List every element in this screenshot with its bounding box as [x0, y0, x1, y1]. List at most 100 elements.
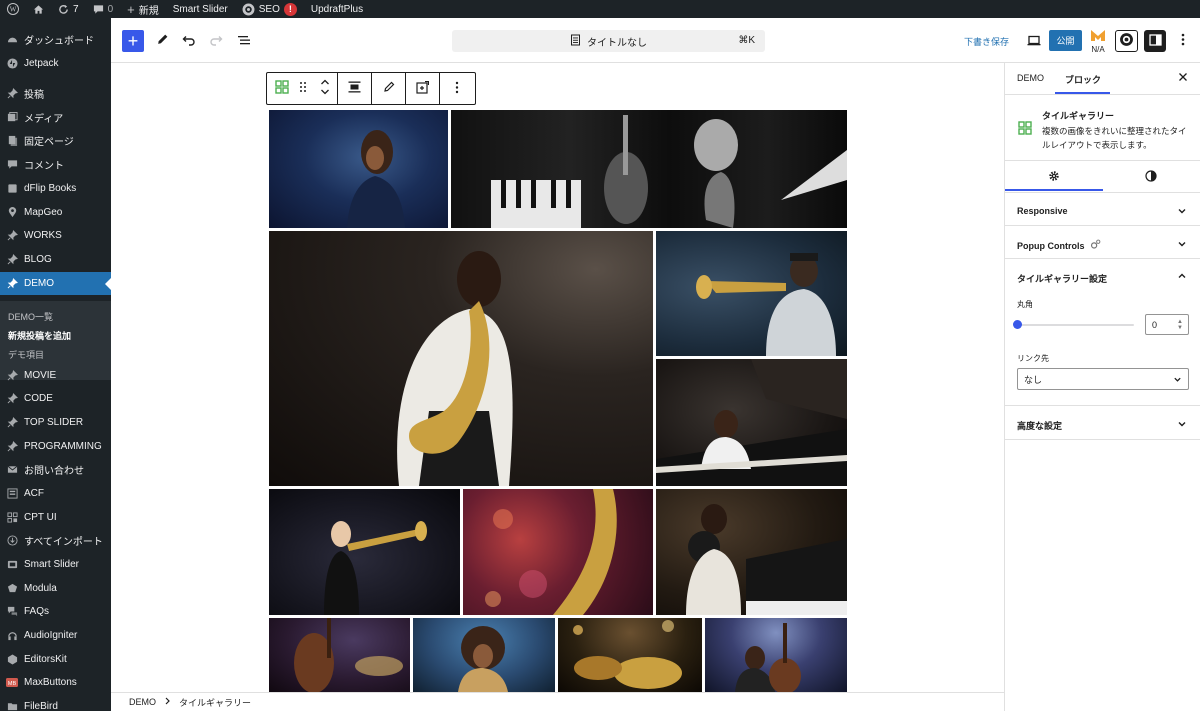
- document-bar[interactable]: タイトルなし ⌘K: [452, 30, 765, 52]
- gallery-image-pianist-man[interactable]: [656, 489, 847, 615]
- panel-title[interactable]: タイルギャラリー設定: [1017, 272, 1107, 285]
- chevron-down-icon: [1177, 419, 1187, 429]
- add-images-button[interactable]: [411, 73, 435, 104]
- breadcrumb-root[interactable]: DEMO: [129, 697, 156, 707]
- panel-title: Responsive: [1017, 206, 1068, 216]
- block-inserter-button[interactable]: +: [122, 30, 144, 52]
- updraftplus-link[interactable]: UpdraftPlus: [304, 0, 370, 18]
- drag-handle[interactable]: [294, 73, 314, 104]
- sidebar-item-posts[interactable]: 投稿: [0, 82, 111, 105]
- radius-label: 丸角: [1017, 300, 1033, 309]
- sidebar-item-filebird[interactable]: FileBird: [0, 695, 111, 711]
- sidebar-item-media[interactable]: メディア: [0, 106, 111, 129]
- gallery-image-instruments-bokeh[interactable]: [558, 618, 702, 692]
- submenu-item-demo-taxonomy[interactable]: デモ項目: [8, 348, 44, 361]
- sidebar-item-contact[interactable]: お問い合わせ: [0, 458, 111, 481]
- sidebar-item-pages[interactable]: 固定ページ: [0, 129, 111, 152]
- tab-settings[interactable]: [1048, 170, 1060, 184]
- gallery-image-singer[interactable]: [269, 110, 448, 228]
- tab-styles[interactable]: [1145, 170, 1157, 184]
- tools-button[interactable]: [151, 30, 173, 52]
- block-type-button[interactable]: [270, 73, 294, 104]
- preview-button[interactable]: [1023, 30, 1045, 52]
- smart-slider-link[interactable]: Smart Slider: [166, 0, 235, 18]
- submenu-item-demo-list[interactable]: DEMO一覧: [8, 310, 53, 323]
- chevron-up-icon[interactable]: [1177, 271, 1187, 281]
- plugin-settings-button[interactable]: [1115, 30, 1138, 52]
- sidebar-item-top-slider[interactable]: TOP SLIDER: [0, 411, 111, 434]
- save-draft-button[interactable]: 下書き保存: [964, 35, 1009, 48]
- gallery-image-saxophonist[interactable]: [269, 231, 653, 486]
- sidebar-item-demo[interactable]: DEMO: [0, 272, 111, 295]
- gallery-image-pianist-woman[interactable]: [656, 359, 847, 486]
- sidebar-item-code[interactable]: CODE: [0, 387, 111, 410]
- panel-advanced[interactable]: 高度な設定: [1005, 406, 1200, 440]
- sidebar-item-modula[interactable]: Modula: [0, 577, 111, 600]
- close-sidebar-button[interactable]: [1178, 71, 1188, 85]
- sidebar-item-acf[interactable]: ACF: [0, 482, 111, 505]
- tile-gallery[interactable]: [269, 110, 847, 692]
- new-content-link[interactable]: + 新規: [120, 0, 166, 18]
- radius-slider-track[interactable]: [1017, 324, 1134, 326]
- tab-post[interactable]: DEMO: [1017, 73, 1044, 83]
- block-options-button[interactable]: [445, 73, 469, 104]
- settings-sidebar-toggle[interactable]: [1144, 30, 1166, 52]
- move-up-down-button[interactable]: [313, 73, 337, 104]
- sidebar-item-dflip[interactable]: dFlip Books: [0, 177, 111, 200]
- gallery-image-trumpeter[interactable]: [656, 231, 847, 356]
- publish-button[interactable]: 公開: [1049, 30, 1082, 51]
- sidebar-item-mapgeo[interactable]: MapGeo: [0, 201, 111, 224]
- sidebar-item-maxbuttons[interactable]: MB MaxButtons: [0, 671, 111, 694]
- submenu-item-add-new[interactable]: 新規投稿を追加: [8, 329, 71, 342]
- radius-slider-thumb[interactable]: [1013, 320, 1022, 329]
- updates-link[interactable]: 7: [51, 0, 86, 18]
- sidebar-item-label: BLOG: [24, 254, 52, 265]
- sidebar-item-cpt-ui[interactable]: CPT UI: [0, 506, 111, 529]
- seo-link[interactable]: SEO !: [235, 0, 304, 18]
- spinner-icon[interactable]: ▲ ▼: [1177, 319, 1183, 331]
- sidebar-item-editorskit[interactable]: EditorsKit: [0, 648, 111, 671]
- editor-canvas[interactable]: [111, 63, 1004, 692]
- sidebar-item-blog[interactable]: BLOG: [0, 248, 111, 271]
- gallery-image-trombonist[interactable]: [269, 489, 460, 615]
- sidebar-item-audioigniter[interactable]: AudioIgniter: [0, 624, 111, 647]
- sidebar-item-import[interactable]: すべてインポート: [0, 529, 111, 552]
- redo-button[interactable]: [205, 30, 227, 52]
- comments-link[interactable]: 0: [86, 0, 121, 18]
- sidebar-item-jetpack[interactable]: Jetpack: [0, 52, 111, 75]
- sidebar-item-comments[interactable]: コメント: [0, 153, 111, 176]
- edit-button[interactable]: [377, 73, 401, 104]
- block-toolbar-group-more: [440, 73, 473, 104]
- radius-number-input[interactable]: 0 ▲ ▼: [1145, 314, 1189, 335]
- block-description: 複数の画像をきれいに整理されたタイルレイアウトで表示します。: [1042, 126, 1187, 150]
- gallery-image-instruments[interactable]: [451, 110, 847, 228]
- align-button[interactable]: [343, 73, 367, 104]
- close-icon: [1178, 71, 1188, 85]
- import-icon: [6, 535, 18, 547]
- sidebar-item-programming[interactable]: PROGRAMMING: [0, 435, 111, 458]
- maxbuttons-icon: MB: [6, 677, 18, 689]
- align-center-icon: [348, 81, 361, 96]
- sidebar-item-works[interactable]: WORKS: [0, 224, 111, 247]
- sidebar-item-dashboard[interactable]: ダッシュボード: [0, 28, 111, 51]
- svg-text:MB: MB: [8, 681, 17, 687]
- gallery-image-bassist[interactable]: [269, 618, 410, 692]
- gallery-image-sax-closeup[interactable]: [463, 489, 653, 615]
- sidebar-item-label: 投稿: [24, 90, 44, 101]
- options-menu-button[interactable]: [1173, 30, 1193, 52]
- panel-responsive[interactable]: Responsive: [1005, 193, 1200, 226]
- tab-block[interactable]: ブロック: [1065, 73, 1101, 86]
- sidebar-item-movie[interactable]: MOVIE: [0, 364, 111, 387]
- link-select[interactable]: なし: [1017, 368, 1189, 390]
- sidebar-item-faqs[interactable]: FAQs: [0, 600, 111, 623]
- plugin-status-button[interactable]: N/A: [1090, 28, 1106, 56]
- sidebar-item-smart-slider[interactable]: Smart Slider: [0, 553, 111, 576]
- svg-text:W: W: [10, 6, 17, 14]
- panel-popup-controls[interactable]: Popup Controls: [1005, 226, 1200, 259]
- document-overview-button[interactable]: [233, 30, 255, 52]
- gallery-image-double-bass[interactable]: [705, 618, 847, 692]
- wordpress-logo-icon[interactable]: W: [0, 0, 26, 18]
- undo-button[interactable]: [178, 30, 200, 52]
- home-icon[interactable]: [26, 0, 51, 18]
- gallery-image-singer-afro[interactable]: [413, 618, 555, 692]
